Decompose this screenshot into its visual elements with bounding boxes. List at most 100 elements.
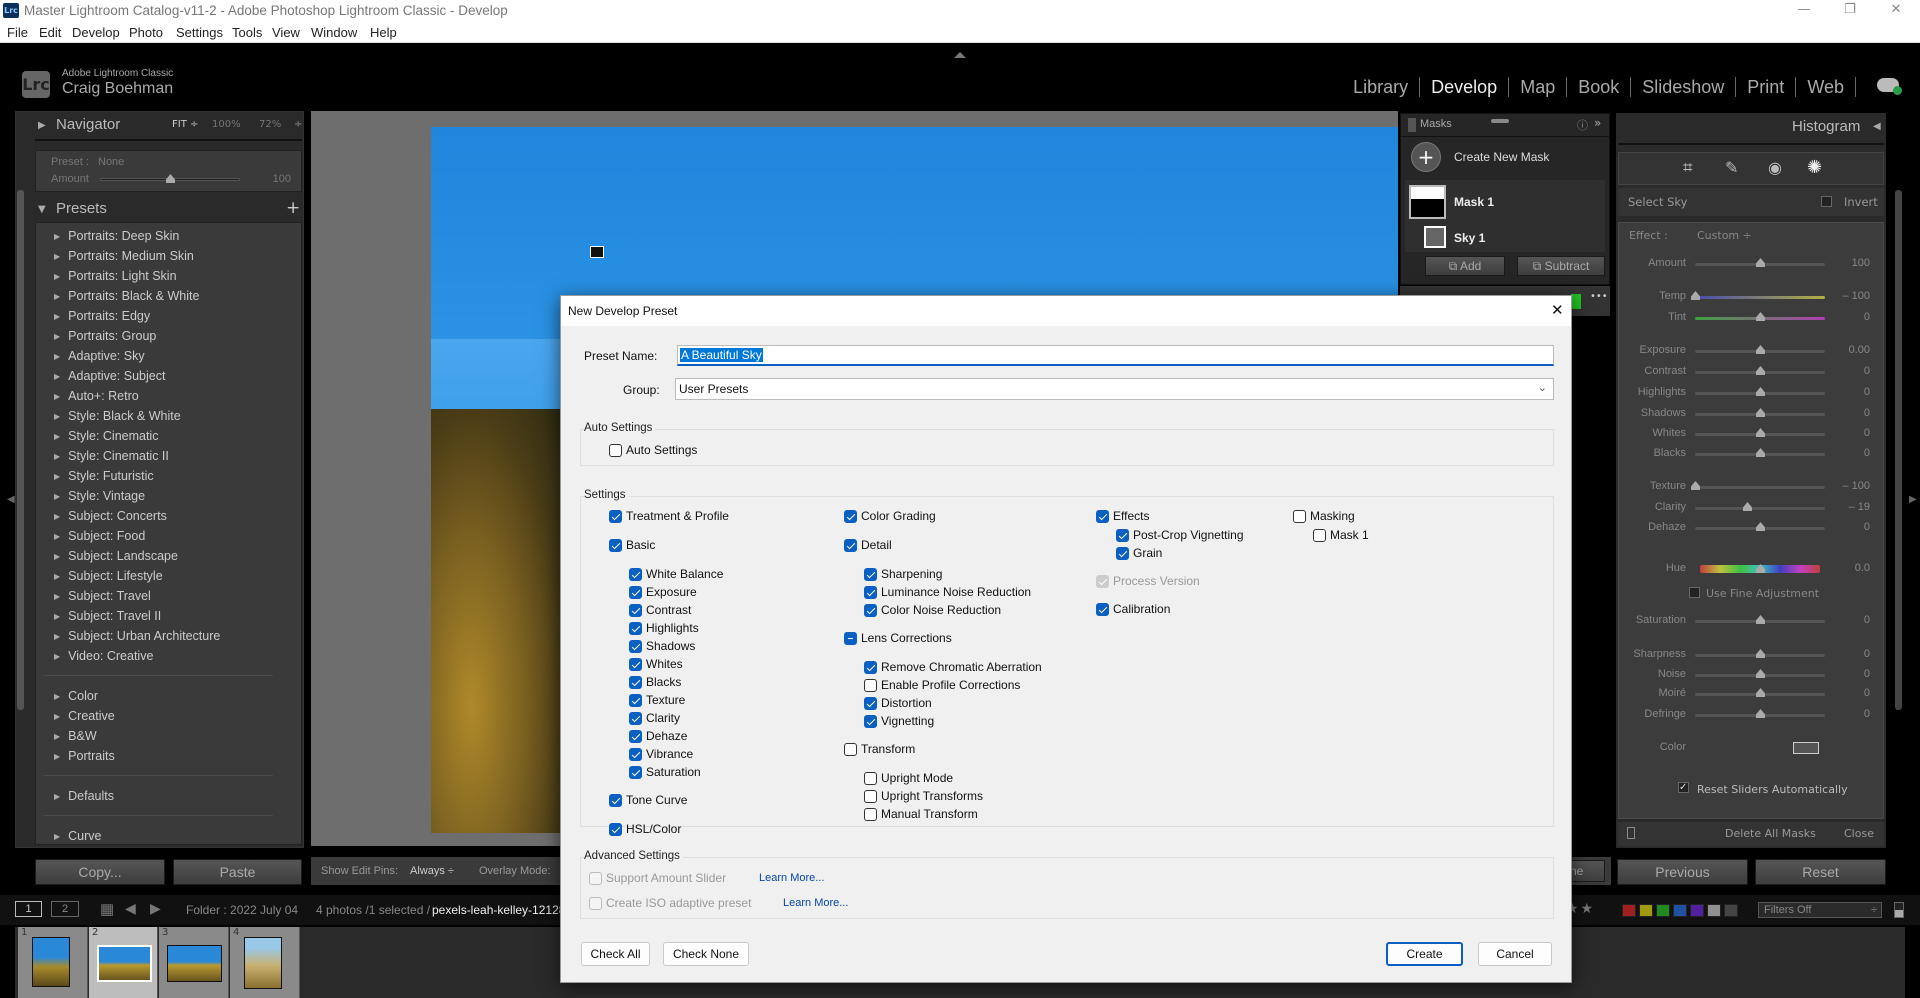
amount-slider[interactable]: [1695, 258, 1825, 267]
checkbox-box[interactable]: [629, 603, 642, 617]
dehaze-slider[interactable]: [1695, 522, 1825, 531]
cancel-button[interactable]: Cancel: [1478, 942, 1552, 966]
presets-title[interactable]: Presets: [56, 200, 107, 217]
tint-slider[interactable]: [1695, 312, 1825, 321]
previous-button[interactable]: Previous: [1617, 859, 1748, 885]
checkbox-luminance-noise-reduction[interactable]: Luminance Noise Reduction: [864, 583, 1031, 601]
checkbox-box[interactable]: [864, 696, 877, 710]
sky-1-label[interactable]: Sky 1: [1454, 231, 1485, 245]
masks-panel-grip-icon[interactable]: [1408, 118, 1416, 132]
red-eye-tool-icon[interactable]: ◉: [1768, 158, 1782, 177]
create-new-mask-button[interactable]: Create New Mask: [1454, 150, 1549, 164]
checkbox-masking[interactable]: Masking: [1293, 507, 1355, 525]
checkbox-dehaze[interactable]: Dehaze: [629, 727, 687, 745]
checkbox-box[interactable]: [629, 621, 642, 635]
color-filter-swatch[interactable]: [1690, 904, 1704, 917]
checkbox-box[interactable]: [1096, 602, 1109, 616]
collapse-top-icon[interactable]: [954, 46, 966, 58]
preset-item[interactable]: ▶ Portraits: Black & White: [36, 286, 301, 306]
checkbox-manual-transform[interactable]: Manual Transform: [864, 805, 978, 823]
sky-1-thumbnail-icon[interactable]: [1424, 226, 1446, 248]
preset-item[interactable]: ▶ Creative: [36, 706, 301, 726]
checkbox-box[interactable]: [629, 747, 642, 761]
checkbox-calibration[interactable]: Calibration: [1096, 600, 1170, 618]
fine-adjustment-checkbox[interactable]: [1689, 587, 1700, 598]
checkbox-box[interactable]: [1096, 509, 1109, 523]
checkbox-process-version[interactable]: Process Version: [1096, 572, 1200, 590]
checkbox-contrast[interactable]: Contrast: [629, 601, 691, 619]
checkbox-box[interactable]: [629, 639, 642, 653]
checkbox-box[interactable]: [864, 771, 877, 785]
preset-item[interactable]: ▶ Curve: [36, 826, 301, 846]
zoom-72[interactable]: 72%: [259, 119, 281, 130]
shadows-slider[interactable]: [1695, 408, 1825, 417]
histogram-collapse-icon[interactable]: ◀: [1873, 121, 1881, 132]
hue-slider[interactable]: [1700, 564, 1820, 573]
clarity-slider[interactable]: [1695, 502, 1825, 511]
menu-window[interactable]: Window: [311, 25, 357, 40]
noise-slider[interactable]: [1695, 669, 1825, 678]
preset-name-input[interactable]: A Beautiful Sky: [677, 345, 1554, 366]
menu-file[interactable]: File: [7, 25, 28, 40]
filmstrip-thumbnail[interactable]: 2: [89, 927, 158, 998]
checkbox-texture[interactable]: Texture: [629, 691, 685, 709]
histogram-title[interactable]: Histogram: [1792, 118, 1860, 135]
menu-edit[interactable]: Edit: [39, 25, 61, 40]
checkbox-box[interactable]: [629, 585, 642, 599]
preset-item[interactable]: ▶ Portraits: [36, 746, 301, 766]
color-filter-swatch[interactable]: [1639, 904, 1653, 917]
menu-settings[interactable]: Settings: [176, 25, 223, 40]
checkbox-box[interactable]: [629, 693, 642, 707]
preset-item[interactable]: ▶ Style: Vintage: [36, 486, 301, 506]
filmstrip-thumbnail[interactable]: 4: [230, 927, 300, 998]
show-edit-pins-select[interactable]: Always ÷: [410, 865, 454, 877]
highlights-slider[interactable]: [1695, 387, 1825, 396]
checkbox-box[interactable]: [864, 789, 877, 803]
preset-item[interactable]: ▶ Portraits: Group: [36, 326, 301, 346]
checkbox-box[interactable]: [609, 793, 622, 807]
help-icon[interactable]: ⓘ: [1577, 117, 1588, 133]
overlay-color-swatch[interactable]: [1571, 294, 1581, 309]
mask-pin-icon[interactable]: [590, 246, 604, 258]
checkbox-box[interactable]: [864, 603, 877, 617]
checkbox-box[interactable]: [844, 742, 857, 756]
cloud-sync-icon[interactable]: [1877, 78, 1902, 95]
checkbox-box[interactable]: [864, 585, 877, 599]
checkbox-box[interactable]: [844, 509, 857, 523]
back-arrow-icon[interactable]: ◀: [125, 900, 136, 917]
preset-item[interactable]: ▶ Adaptive: Subject: [36, 366, 301, 386]
primary-window-button[interactable]: 1: [15, 901, 42, 917]
mask-1-thumbnail[interactable]: [1409, 185, 1446, 219]
preset-item[interactable]: ▶ Subject: Food: [36, 526, 301, 546]
healing-tool-icon[interactable]: ✎: [1725, 158, 1738, 177]
preset-item[interactable]: ▶ Auto+: Retro: [36, 386, 301, 406]
module-map[interactable]: Map: [1509, 77, 1568, 97]
preset-item[interactable]: ▶ Video: Creative: [36, 646, 301, 666]
checkbox-distortion[interactable]: Distortion: [864, 694, 932, 712]
color-filter-swatch[interactable]: [1707, 904, 1721, 917]
module-web[interactable]: Web: [1796, 77, 1856, 97]
create-button[interactable]: Create: [1386, 942, 1463, 966]
preset-item[interactable]: ▶ Adaptive: Sky: [36, 346, 301, 366]
checkbox-box[interactable]: [844, 538, 857, 552]
checkbox-basic[interactable]: Basic: [609, 536, 655, 554]
checkbox-box[interactable]: [609, 538, 622, 552]
whites-slider[interactable]: [1695, 428, 1825, 437]
add-preset-icon[interactable]: +: [286, 198, 300, 218]
mask-subtract-button[interactable]: ⧉ Subtract: [1517, 256, 1605, 276]
moir-slider[interactable]: [1695, 688, 1825, 697]
defringe-slider[interactable]: [1695, 709, 1825, 718]
checkbox-highlights[interactable]: Highlights: [629, 619, 699, 637]
checkbox-box[interactable]: [1313, 528, 1326, 542]
left-panel-toggle-icon[interactable]: ◀: [7, 494, 15, 505]
preset-item[interactable]: ▶ Style: Cinematic II: [36, 446, 301, 466]
checkbox-box[interactable]: [609, 509, 622, 523]
zoom-stepper-icon[interactable]: ÷: [294, 119, 302, 130]
preset-item[interactable]: ▶ Subject: Travel II: [36, 606, 301, 626]
checkbox-whites[interactable]: Whites: [629, 655, 683, 673]
checkbox-color-noise-reduction[interactable]: Color Noise Reduction: [864, 601, 1001, 619]
masks-drag-handle[interactable]: [1491, 119, 1509, 123]
preset-item[interactable]: ▶ Color: [36, 686, 301, 706]
blacks-slider[interactable]: [1695, 448, 1825, 457]
secondary-window-button[interactable]: 2: [51, 901, 79, 917]
